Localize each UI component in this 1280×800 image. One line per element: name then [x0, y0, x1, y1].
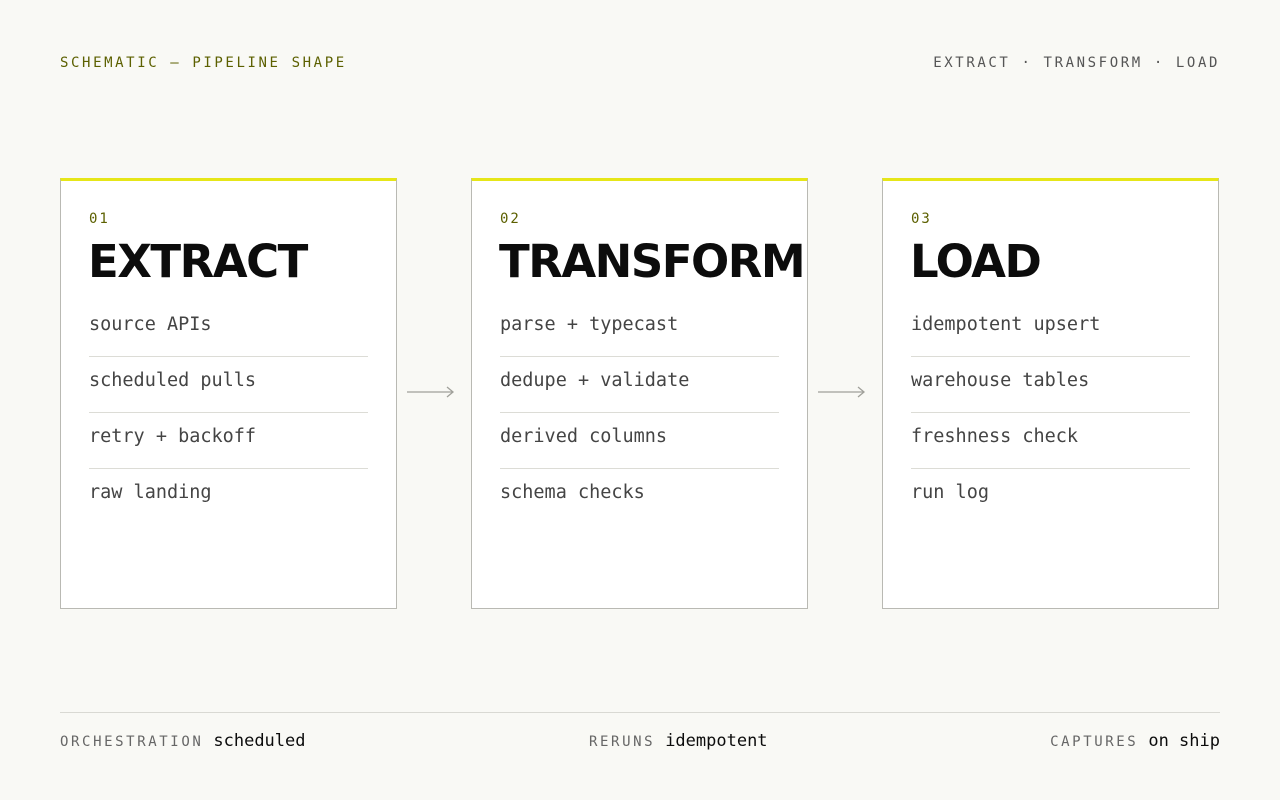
- footer-value: scheduled: [213, 731, 306, 751]
- stage-title: LOAD: [910, 235, 1042, 288]
- pipeline-diagram: 01 EXTRACT source APIs scheduled pulls r…: [60, 178, 1220, 609]
- stage-card-transform: 02 TRANSFORM parse + typecast dedupe + v…: [471, 178, 808, 609]
- footer-reruns: RERUNS idempotent: [589, 731, 768, 751]
- stage-step: scheduled pulls: [89, 357, 368, 413]
- footer-captures: CAPTURES on ship: [1050, 731, 1220, 751]
- arrow-right-icon: [818, 386, 866, 398]
- footer-divider: [60, 712, 1220, 713]
- stage-steps: source APIs scheduled pulls retry + back…: [89, 301, 368, 524]
- stage-step: warehouse tables: [911, 357, 1190, 413]
- stage-step: idempotent upsert: [911, 301, 1190, 357]
- stage-step: schema checks: [500, 482, 645, 503]
- stage-steps: idempotent upsert warehouse tables fresh…: [911, 301, 1190, 524]
- stage-step: dedupe + validate: [500, 357, 779, 413]
- stage-card-load: 03 LOAD idempotent upsert warehouse tabl…: [882, 178, 1219, 609]
- footer-value: idempotent: [665, 731, 768, 751]
- stage-card-extract: 01 EXTRACT source APIs scheduled pulls r…: [60, 178, 397, 609]
- stage-steps: parse + typecast dedupe + validate deriv…: [500, 301, 779, 524]
- stage-step: retry + backoff: [89, 413, 368, 469]
- diagram-label: SCHEMATIC — PIPELINE SHAPE: [60, 55, 347, 71]
- stage-step: freshness check: [911, 413, 1190, 469]
- stage-step: source APIs: [89, 301, 368, 357]
- stage-number: 03: [911, 211, 932, 227]
- stage-number: 01: [89, 211, 110, 227]
- stage-step: parse + typecast: [500, 301, 779, 357]
- footer-value: on ship: [1148, 731, 1220, 751]
- stage-sequence-label: EXTRACT · TRANSFORM · LOAD: [933, 55, 1220, 71]
- stage-step: raw landing: [89, 482, 212, 503]
- stage-number: 02: [500, 211, 521, 227]
- footer-orchestration: ORCHESTRATION scheduled: [60, 731, 306, 751]
- footer-key: ORCHESTRATION: [60, 734, 204, 750]
- arrow-right-icon: [407, 386, 455, 398]
- stage-step: run log: [911, 482, 989, 503]
- stage-step: derived columns: [500, 413, 779, 469]
- footer-key: RERUNS: [589, 734, 656, 750]
- stage-title: TRANSFORM: [499, 235, 806, 288]
- stage-title: EXTRACT: [88, 235, 308, 288]
- footer-key: CAPTURES: [1050, 734, 1139, 750]
